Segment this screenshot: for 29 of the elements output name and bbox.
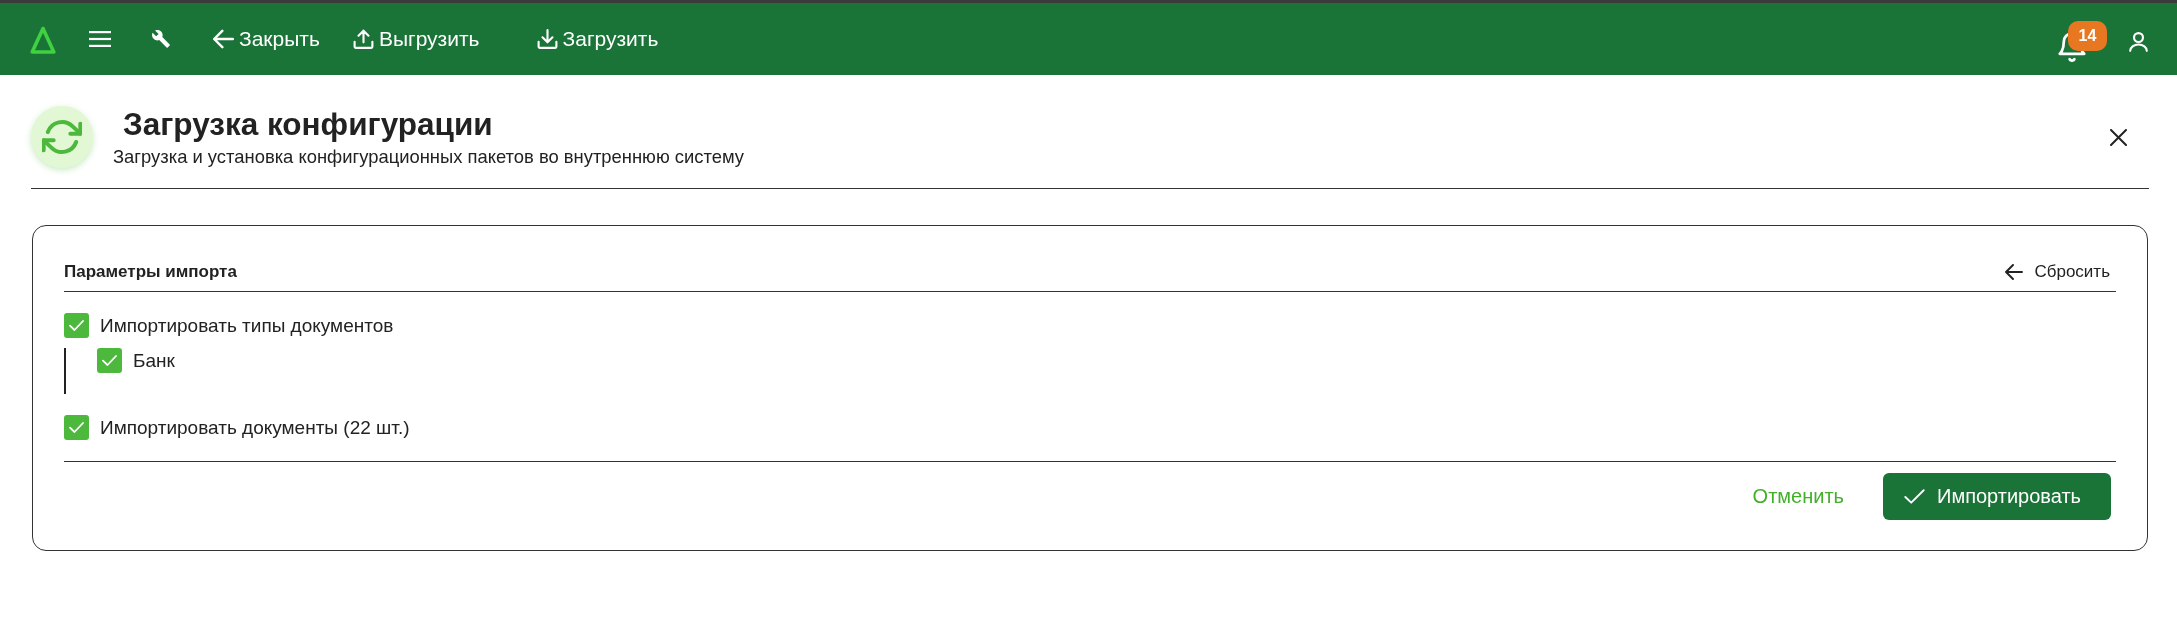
back-button[interactable]: Закрыть bbox=[201, 17, 330, 61]
logo-icon[interactable] bbox=[30, 26, 56, 54]
import-button[interactable]: Импортировать bbox=[1883, 473, 2111, 520]
close-icon[interactable] bbox=[2110, 128, 2127, 146]
panel-title: Параметры импорта bbox=[64, 262, 237, 282]
upload-icon bbox=[352, 29, 374, 49]
download-button[interactable]: Загрузить bbox=[524, 17, 669, 61]
download-icon bbox=[536, 29, 558, 49]
checkbox-label: Импортировать типы документов bbox=[100, 314, 394, 338]
arrow-left-icon bbox=[2005, 264, 2024, 280]
page-subtitle: Загрузка и установка конфигурационных пакетов во внутреннюю систему bbox=[113, 146, 745, 168]
user-icon[interactable] bbox=[2128, 32, 2149, 52]
checkbox[interactable] bbox=[64, 415, 89, 440]
check-icon bbox=[69, 422, 84, 433]
check-icon bbox=[102, 355, 117, 366]
page-title: Загрузка конфигурации bbox=[123, 106, 494, 142]
check-icon bbox=[69, 320, 84, 331]
menu-icon[interactable] bbox=[89, 31, 111, 47]
checkbox-label: Импортировать документы (22 шт.) bbox=[100, 416, 410, 440]
arrow-left-icon bbox=[213, 29, 234, 49]
upload-button[interactable]: Выгрузить bbox=[340, 17, 490, 61]
checkbox[interactable] bbox=[97, 348, 122, 373]
checkbox[interactable] bbox=[64, 313, 89, 338]
reset-button[interactable]: Сбросить bbox=[2005, 262, 2110, 282]
wrench-icon[interactable] bbox=[152, 30, 170, 48]
sync-icon bbox=[31, 106, 93, 168]
notification-badge: 14 bbox=[2068, 21, 2107, 51]
check-icon bbox=[1904, 489, 1925, 504]
checkbox-label: Банк bbox=[133, 349, 175, 373]
